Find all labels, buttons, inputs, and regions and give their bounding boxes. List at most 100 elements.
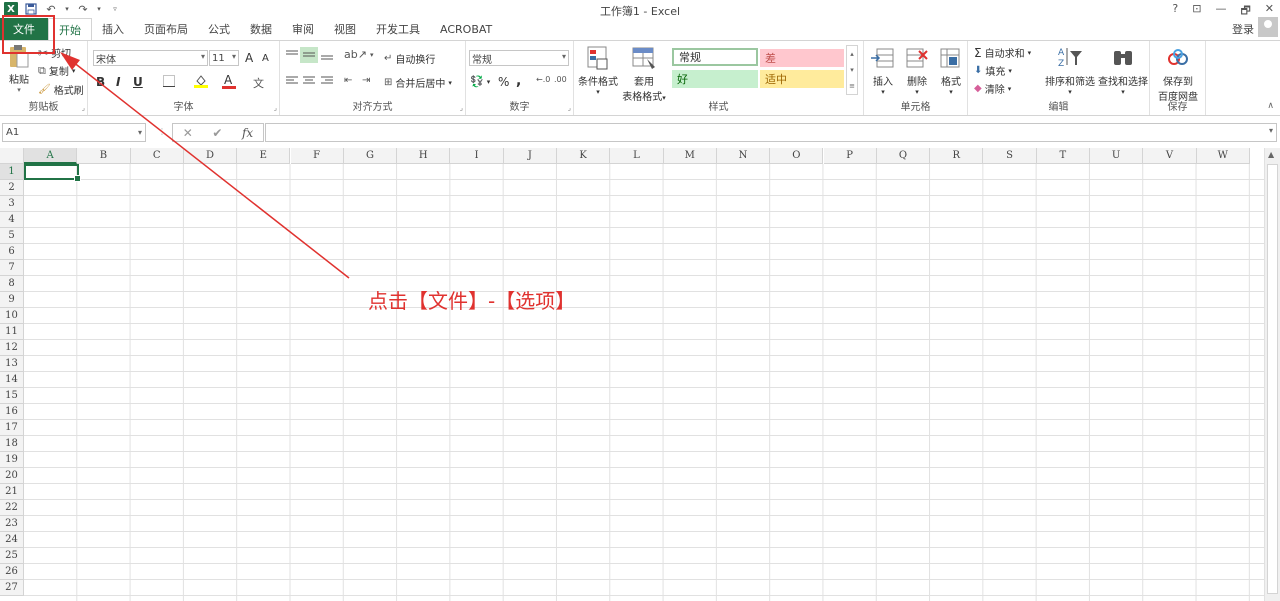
decrease-decimal-icon[interactable]: .00 bbox=[554, 75, 567, 84]
row-header[interactable]: 19 bbox=[0, 452, 24, 468]
column-header[interactable]: G bbox=[343, 148, 398, 164]
row-header[interactable]: 5 bbox=[0, 228, 24, 244]
column-header[interactable]: M bbox=[663, 148, 717, 164]
style-bad[interactable]: 差 bbox=[760, 49, 844, 67]
row-header[interactable]: 15 bbox=[0, 388, 24, 404]
align-right-icon[interactable] bbox=[320, 75, 334, 87]
row-header[interactable]: 1 bbox=[0, 164, 24, 180]
row-header[interactable]: 13 bbox=[0, 356, 24, 372]
row-header[interactable]: 20 bbox=[0, 468, 24, 484]
font-name-combo[interactable]: 宋体 bbox=[93, 50, 208, 66]
row-header[interactable]: 22 bbox=[0, 500, 24, 516]
formula-bar-resize[interactable]: ⋮ bbox=[158, 127, 166, 136]
column-header[interactable]: W bbox=[1196, 148, 1250, 164]
tab-review[interactable]: 审阅 bbox=[282, 18, 324, 40]
row-header[interactable]: 8 bbox=[0, 276, 24, 292]
font-launcher-icon[interactable]: ⌟ bbox=[274, 104, 277, 112]
scroll-up-icon[interactable]: ▲ bbox=[1268, 150, 1274, 159]
row-header[interactable]: 3 bbox=[0, 196, 24, 212]
currency-icon[interactable]: 💱 ▾ bbox=[470, 75, 490, 88]
column-header[interactable]: B bbox=[77, 148, 131, 164]
autosum-button[interactable]: Σ 自动求和 ▾ bbox=[974, 45, 1031, 61]
tab-insert[interactable]: 插入 bbox=[92, 18, 134, 40]
align-middle-icon[interactable] bbox=[300, 47, 318, 63]
row-header[interactable]: 6 bbox=[0, 244, 24, 260]
increase-decimal-icon[interactable]: ←.0 bbox=[536, 75, 550, 84]
tab-page-layout[interactable]: 页面布局 bbox=[134, 18, 198, 40]
border-icon[interactable] bbox=[163, 75, 175, 87]
column-header[interactable]: U bbox=[1090, 148, 1144, 164]
formula-input[interactable] bbox=[265, 123, 1277, 142]
clear-button[interactable]: ◆ 清除 ▾ bbox=[974, 81, 1011, 96]
row-header[interactable]: 16 bbox=[0, 404, 24, 420]
percent-button[interactable]: % bbox=[498, 75, 509, 89]
grow-font-button[interactable]: A bbox=[245, 51, 253, 65]
login-link[interactable]: 登录 bbox=[1232, 21, 1254, 37]
align-top-icon[interactable] bbox=[285, 49, 299, 61]
style-good[interactable]: 好 bbox=[672, 70, 758, 88]
phonetic-icon[interactable]: 文 bbox=[253, 75, 264, 91]
column-header[interactable]: C bbox=[130, 148, 184, 164]
row-header[interactable]: 23 bbox=[0, 516, 24, 532]
font-color-icon[interactable]: A bbox=[222, 73, 236, 89]
collapse-ribbon-icon[interactable]: ∧ bbox=[1267, 101, 1274, 111]
wrap-text-button[interactable]: ↵ 自动换行 bbox=[384, 51, 435, 66]
format-cells-button[interactable]: 格式 ▾ bbox=[936, 45, 966, 96]
shrink-font-button[interactable]: A bbox=[262, 53, 269, 64]
row-header[interactable]: 24 bbox=[0, 532, 24, 548]
row-header[interactable]: 26 bbox=[0, 564, 24, 580]
column-header[interactable]: P bbox=[823, 148, 877, 164]
cell-area[interactable] bbox=[24, 164, 1264, 601]
row-header[interactable]: 25 bbox=[0, 548, 24, 564]
format-painter-button[interactable]: 🖌 格式刷 bbox=[38, 82, 84, 97]
row-header[interactable]: 9 bbox=[0, 292, 24, 308]
styles-scroll[interactable]: ▴ ▾ ≡ bbox=[846, 45, 858, 95]
italic-button[interactable]: I bbox=[116, 75, 120, 89]
row-header[interactable]: 21 bbox=[0, 484, 24, 500]
name-box[interactable]: A1 bbox=[2, 123, 146, 142]
row-header[interactable]: 7 bbox=[0, 260, 24, 276]
fill-color-icon[interactable] bbox=[194, 74, 208, 88]
column-header[interactable]: Q bbox=[876, 148, 931, 164]
column-header[interactable]: N bbox=[716, 148, 771, 164]
column-header[interactable]: I bbox=[450, 148, 504, 164]
vertical-scrollbar[interactable]: ▲ bbox=[1264, 148, 1280, 601]
row-header[interactable]: 10 bbox=[0, 308, 24, 324]
style-normal[interactable]: 常规 bbox=[672, 48, 758, 66]
column-header[interactable]: D bbox=[183, 148, 238, 164]
decrease-indent-icon[interactable]: ⇤ bbox=[344, 75, 352, 86]
find-select-button[interactable]: 查找和选择 ▾ bbox=[1096, 45, 1150, 96]
tab-acrobat[interactable]: ACROBAT bbox=[430, 18, 502, 40]
column-header[interactable]: V bbox=[1143, 148, 1197, 164]
alignment-launcher-icon[interactable]: ⌟ bbox=[460, 104, 463, 112]
sort-filter-button[interactable]: AZ 排序和筛选 ▾ bbox=[1042, 45, 1098, 96]
row-header[interactable]: 27 bbox=[0, 580, 24, 596]
column-header[interactable]: A bbox=[24, 148, 78, 164]
copy-button[interactable]: ⧉ 复制 ▾ bbox=[38, 63, 75, 79]
conditional-format-button[interactable]: 条件格式 ▾ bbox=[576, 45, 620, 96]
column-header[interactable]: K bbox=[557, 148, 611, 164]
number-launcher-icon[interactable]: ⌟ bbox=[568, 104, 571, 112]
tab-view[interactable]: 视图 bbox=[324, 18, 366, 40]
active-cell-a1[interactable] bbox=[24, 164, 81, 182]
align-bottom-icon[interactable] bbox=[320, 49, 334, 61]
align-left-icon[interactable] bbox=[285, 75, 299, 87]
row-header[interactable]: 12 bbox=[0, 340, 24, 356]
tab-data[interactable]: 数据 bbox=[240, 18, 282, 40]
increase-indent-icon[interactable]: ⇥ bbox=[362, 75, 370, 86]
insert-cells-button[interactable]: 插入 ▾ bbox=[868, 45, 898, 96]
row-header[interactable]: 4 bbox=[0, 212, 24, 228]
column-header[interactable]: O bbox=[770, 148, 824, 164]
column-header[interactable]: E bbox=[237, 148, 291, 164]
underline-button[interactable]: U bbox=[133, 75, 143, 89]
tab-formulas[interactable]: 公式 bbox=[198, 18, 240, 40]
font-size-combo[interactable]: 11 bbox=[209, 50, 239, 66]
row-header[interactable]: 11 bbox=[0, 324, 24, 340]
enter-icon[interactable]: ✔ bbox=[212, 126, 222, 140]
row-header[interactable]: 14 bbox=[0, 372, 24, 388]
row-header[interactable]: 2 bbox=[0, 180, 24, 196]
column-header[interactable]: R bbox=[930, 148, 984, 164]
merge-center-button[interactable]: ⊞ 合并后居中 ▾ bbox=[384, 75, 452, 90]
fill-button[interactable]: ⬇ 填充 ▾ bbox=[974, 63, 1012, 78]
avatar[interactable] bbox=[1258, 17, 1278, 37]
